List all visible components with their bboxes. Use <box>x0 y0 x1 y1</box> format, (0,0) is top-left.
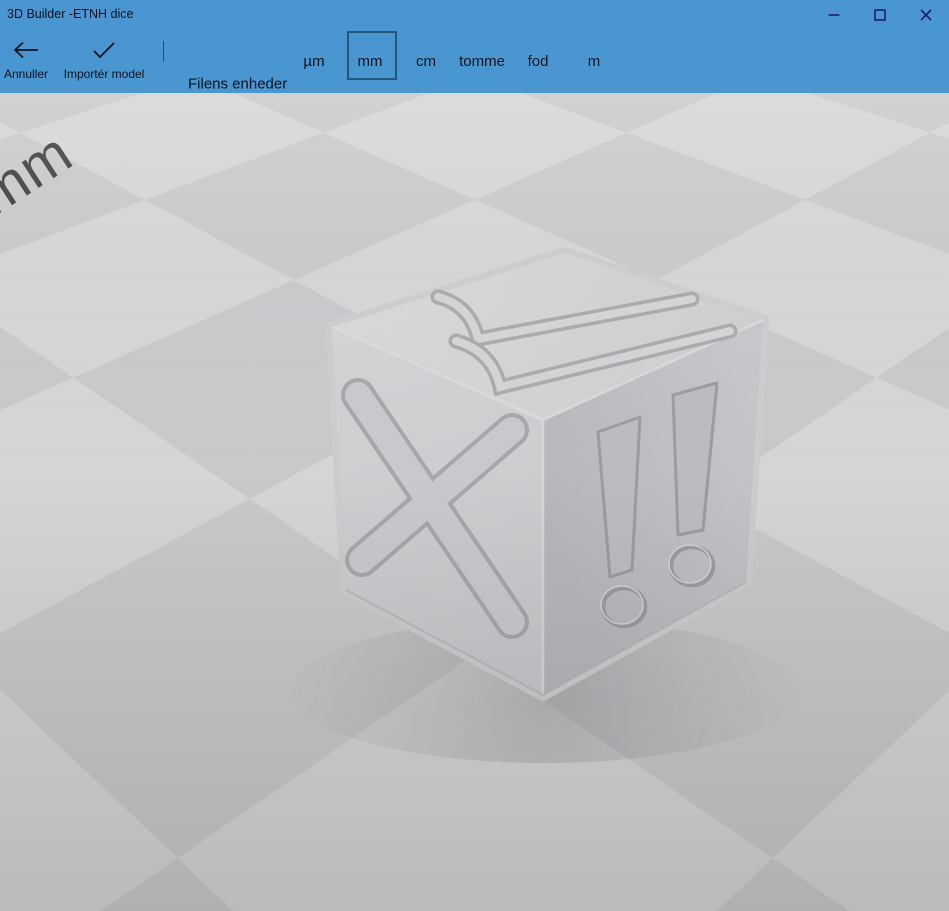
unit-option-mm[interactable]: mm <box>342 30 398 93</box>
minimize-icon <box>828 14 840 16</box>
dice-cube[interactable] <box>326 247 769 701</box>
unit-options: µm mm cm tomme fod m <box>286 30 622 93</box>
checkmark-icon <box>92 38 116 62</box>
import-model-label: Importér model <box>63 67 145 81</box>
dice-model-scene[interactable] <box>0 93 949 911</box>
import-model-button[interactable]: Importér model <box>56 38 152 81</box>
toolbar-divider <box>163 41 164 62</box>
minimize-button[interactable] <box>811 0 857 30</box>
window-controls <box>811 0 949 30</box>
unit-option-fod[interactable]: fod <box>510 30 566 93</box>
cancel-button[interactable]: Annuller <box>0 38 52 81</box>
close-icon <box>920 9 932 21</box>
back-arrow-icon <box>13 38 39 62</box>
unit-option-um[interactable]: µm <box>286 30 342 93</box>
file-units-label: Filens enheder <box>188 75 288 93</box>
cancel-label: Annuller <box>3 67 49 81</box>
unit-option-m[interactable]: m <box>566 30 622 93</box>
window-title: 3D Builder -ETNH dice <box>7 7 134 21</box>
titlebar[interactable]: 3D Builder -ETNH dice <box>0 0 949 30</box>
3d-builder-window: 3D Builder -ETNH dice Annuller Importér … <box>0 0 949 911</box>
viewport-3d[interactable]: mm <box>0 93 949 911</box>
toolbar: Annuller Importér model Filens enheder µ… <box>0 30 949 93</box>
maximize-button[interactable] <box>857 0 903 30</box>
unit-option-cm[interactable]: cm <box>398 30 454 93</box>
close-button[interactable] <box>903 0 949 30</box>
maximize-icon <box>874 9 886 21</box>
unit-option-tomme[interactable]: tomme <box>454 30 510 93</box>
